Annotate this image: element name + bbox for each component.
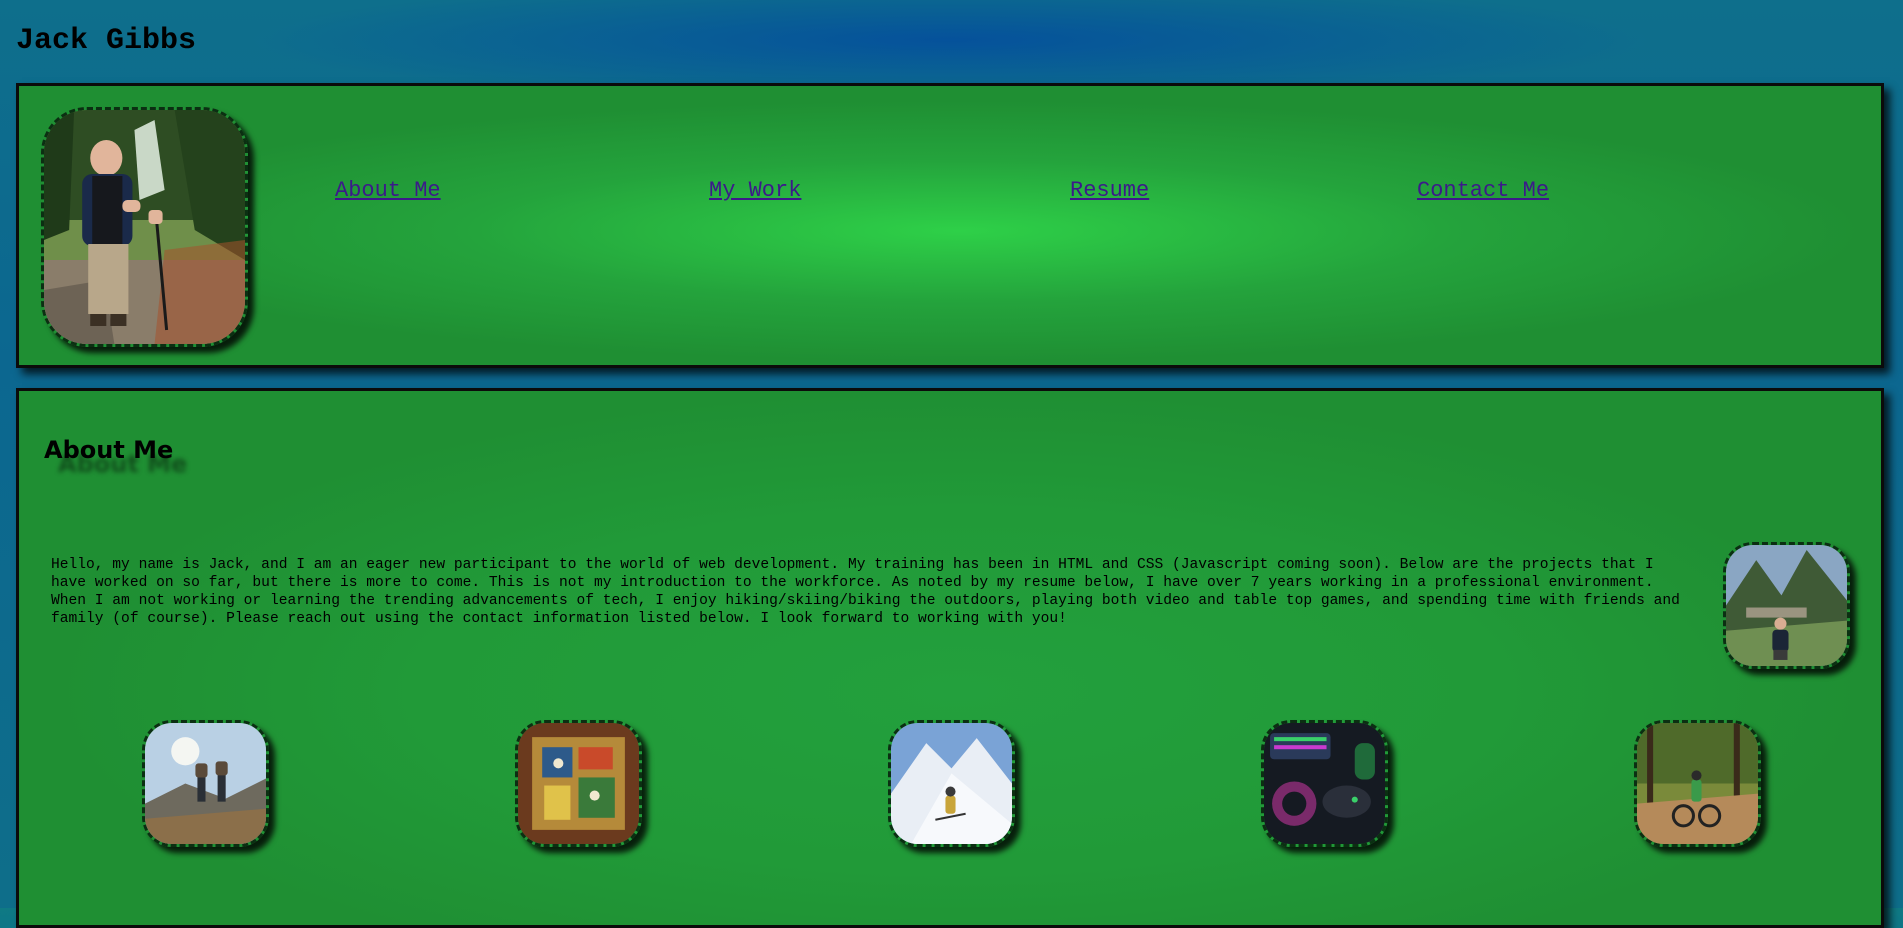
- skiing-photo: [891, 723, 1012, 844]
- nav-link-about-me[interactable]: About Me: [335, 178, 441, 203]
- gaming-setup-photo: [1264, 723, 1385, 844]
- nav-link-resume[interactable]: Resume: [1070, 178, 1149, 203]
- about-paragraph: Hello, my name is Jack, and I am an eage…: [51, 557, 1680, 627]
- header-panel: About Me My Work Resume Contact Me: [16, 83, 1884, 368]
- nav-link-my-work[interactable]: My Work: [709, 178, 801, 203]
- nav-link-contact-me[interactable]: Contact Me: [1417, 178, 1549, 203]
- site-title: Jack Gibbs: [16, 24, 197, 58]
- mountain-biking-photo: [1637, 723, 1758, 844]
- hobby-photo-board-game: [515, 720, 642, 847]
- hobby-photo-skiing: [888, 720, 1015, 847]
- hobby-photo-hiking: [142, 720, 269, 847]
- about-side-photo: [1723, 542, 1850, 669]
- about-heading: About Me: [44, 436, 174, 464]
- board-game-photo: [518, 723, 639, 844]
- hobby-photo-mountain-biking: [1634, 720, 1761, 847]
- hiker-profile-photo: [44, 110, 245, 344]
- about-section: About Me Hello, my name is Jack, and I a…: [16, 388, 1884, 928]
- hobby-photo-gaming: [1261, 720, 1388, 847]
- mountain-ruins-photo: [1726, 545, 1847, 666]
- profile-photo: [41, 107, 248, 347]
- hiking-photo: [145, 723, 266, 844]
